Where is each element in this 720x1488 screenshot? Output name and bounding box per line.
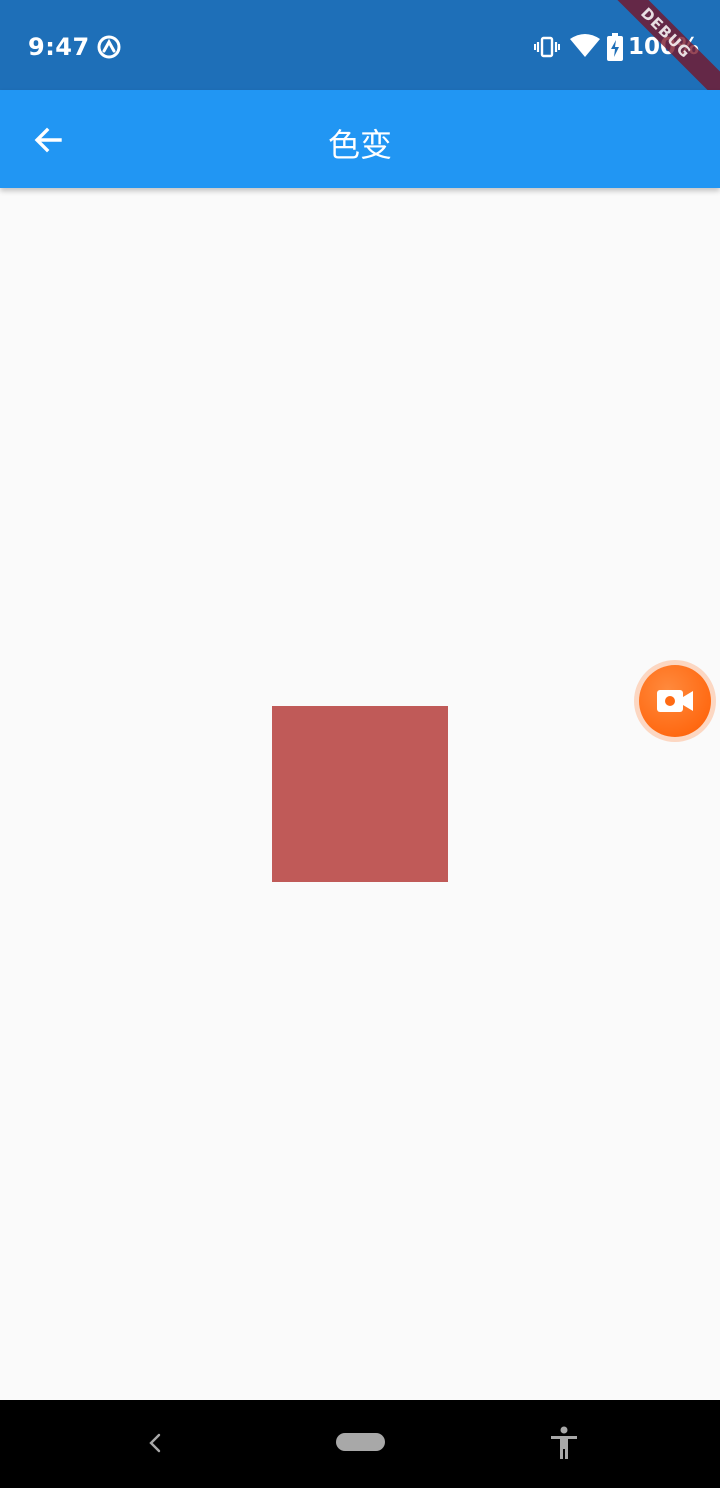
status-time: 9:47 bbox=[28, 33, 90, 61]
nav-back-icon[interactable] bbox=[140, 1428, 170, 1458]
status-bar: 9:47 100% DEBUG bbox=[0, 0, 720, 112]
page-title: 色变 bbox=[327, 126, 392, 164]
record-button-core bbox=[639, 665, 711, 737]
battery-charging-icon bbox=[607, 33, 623, 61]
screen: 9:47 100% DEBUG 色变 bbox=[0, 0, 720, 1488]
accessibility-icon[interactable] bbox=[548, 1426, 580, 1460]
video-camera-icon bbox=[657, 690, 693, 712]
navigation-bar bbox=[0, 1400, 720, 1488]
sync-icon bbox=[97, 35, 121, 59]
content-area bbox=[0, 188, 720, 1400]
screen-record-button[interactable] bbox=[634, 660, 716, 742]
wifi-icon bbox=[570, 34, 600, 57]
app-bar: 色变 bbox=[0, 90, 720, 188]
vibrate-icon bbox=[534, 36, 560, 58]
color-changing-box[interactable] bbox=[272, 706, 448, 882]
nav-home-pill[interactable] bbox=[336, 1433, 385, 1451]
